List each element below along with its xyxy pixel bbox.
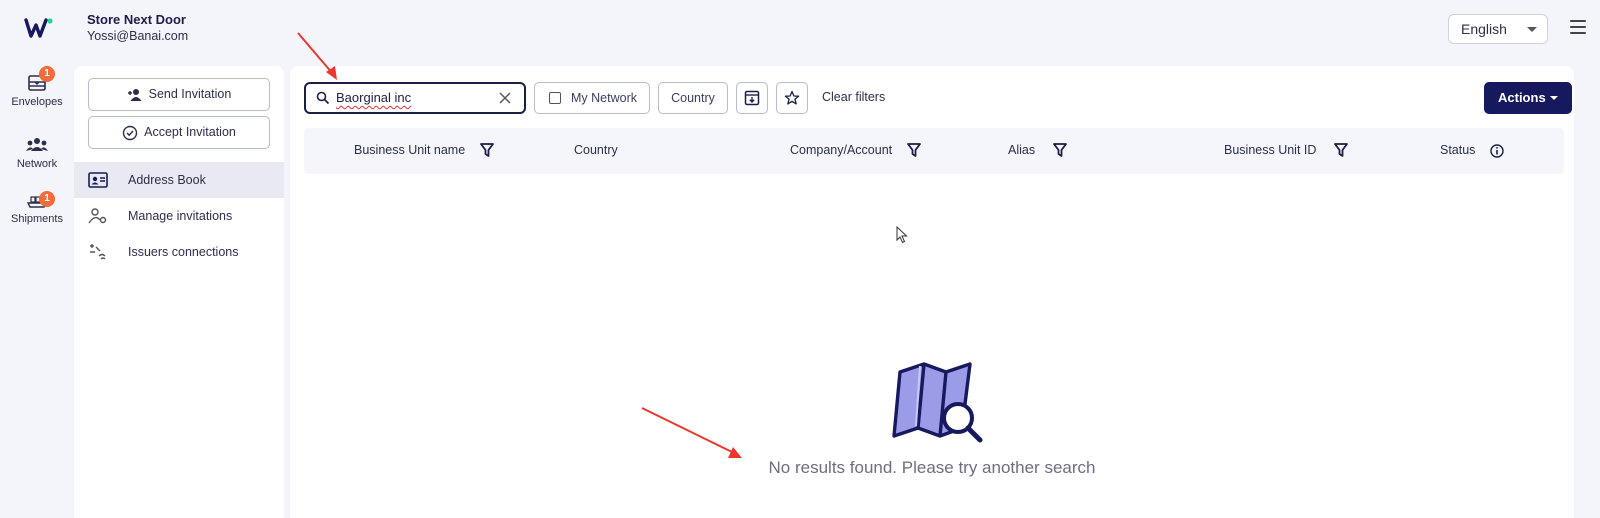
- filter-icon[interactable]: [1334, 142, 1348, 158]
- connections-icon: [90, 244, 106, 260]
- filter-icon[interactable]: [907, 142, 921, 158]
- sidebar-label-manage-invitations: Manage invitations: [128, 209, 233, 223]
- rail-item-network[interactable]: Network: [0, 136, 74, 170]
- export-button[interactable]: [736, 82, 768, 114]
- mouse-cursor-icon: [896, 226, 908, 244]
- sidebar-item-address-book[interactable]: Address Book: [74, 162, 284, 198]
- info-icon[interactable]: [1490, 143, 1504, 159]
- close-icon[interactable]: [498, 91, 512, 105]
- my-network-label: My Network: [571, 91, 637, 105]
- accept-invitation-button[interactable]: Accept Invitation: [88, 116, 270, 149]
- send-invitation-label: Send Invitation: [148, 87, 232, 101]
- country-filter[interactable]: Country: [658, 82, 728, 114]
- sub-sidebar: Send Invitation Accept Invitation Addres…: [74, 66, 284, 518]
- menu-icon[interactable]: [1570, 20, 1586, 34]
- rail-label-network: Network: [16, 158, 58, 170]
- column-company-account[interactable]: Company/Account: [790, 143, 892, 157]
- search-value: Baorginal inc: [336, 90, 412, 105]
- sidebar-item-issuers-connections[interactable]: Issuers connections: [74, 234, 284, 270]
- rail-label-shipments: Shipments: [11, 213, 63, 225]
- send-invitation-button[interactable]: Send Invitation: [88, 78, 270, 111]
- sidebar-label-issuers-connections: Issuers connections: [128, 245, 239, 259]
- clear-filters-link[interactable]: Clear filters: [822, 90, 885, 104]
- chevron-down-icon: [1550, 96, 1558, 100]
- column-country[interactable]: Country: [574, 143, 618, 157]
- search-input[interactable]: Baorginal inc: [304, 82, 526, 114]
- map-search-icon: [892, 362, 983, 443]
- account-email: Yossi@Banai.com: [87, 29, 189, 43]
- filter-icon[interactable]: [480, 142, 494, 158]
- check-circle-icon: [122, 125, 138, 140]
- main-panel: Baorginal inc My Network Country Clear f…: [290, 66, 1574, 518]
- checkbox[interactable]: [549, 92, 561, 104]
- filter-icon[interactable]: [1053, 142, 1067, 158]
- empty-state-message: No results found. Please try another sea…: [768, 458, 1096, 477]
- rail-item-envelopes[interactable]: Envelopes: [0, 74, 74, 108]
- actions-button[interactable]: Actions: [1484, 82, 1572, 114]
- accept-invitation-label: Accept Invitation: [144, 125, 236, 139]
- address-book-icon: [88, 172, 108, 188]
- envelopes-badge: 1: [39, 66, 55, 82]
- account-name: Store Next Door: [87, 12, 186, 27]
- sidebar-item-manage-invitations[interactable]: Manage invitations: [74, 198, 284, 234]
- chevron-down-icon: [1527, 27, 1537, 32]
- sidebar-label-address-book: Address Book: [128, 173, 206, 187]
- rail-item-shipments[interactable]: Shipments: [0, 191, 74, 225]
- add-user-icon: [127, 88, 142, 101]
- search-icon: [316, 91, 330, 105]
- language-value: English: [1461, 21, 1507, 37]
- download-box-icon: [744, 90, 760, 106]
- user-settings-icon: [88, 208, 107, 224]
- column-business-unit-id[interactable]: Business Unit ID: [1224, 143, 1316, 157]
- actions-label: Actions: [1498, 90, 1546, 105]
- column-status[interactable]: Status: [1440, 143, 1475, 157]
- top-bar: Store Next Door Yossi@Banai.com English: [0, 0, 1600, 60]
- rail-label-envelopes: Envelopes: [11, 96, 63, 108]
- app-logo[interactable]: [24, 16, 54, 40]
- country-filter-label: Country: [671, 91, 715, 105]
- network-icon: [26, 138, 48, 151]
- favorites-button[interactable]: [776, 82, 808, 114]
- my-network-filter[interactable]: My Network: [534, 82, 650, 114]
- language-select[interactable]: English: [1448, 14, 1548, 44]
- shipments-badge: 1: [39, 191, 55, 207]
- column-business-unit-name[interactable]: Business Unit name: [354, 143, 465, 157]
- star-icon: [784, 90, 800, 105]
- account-info: Store Next Door Yossi@Banai.com: [87, 12, 188, 45]
- column-alias[interactable]: Alias: [1008, 143, 1035, 157]
- table-header: Business Unit name Country Company/Accou…: [304, 128, 1564, 174]
